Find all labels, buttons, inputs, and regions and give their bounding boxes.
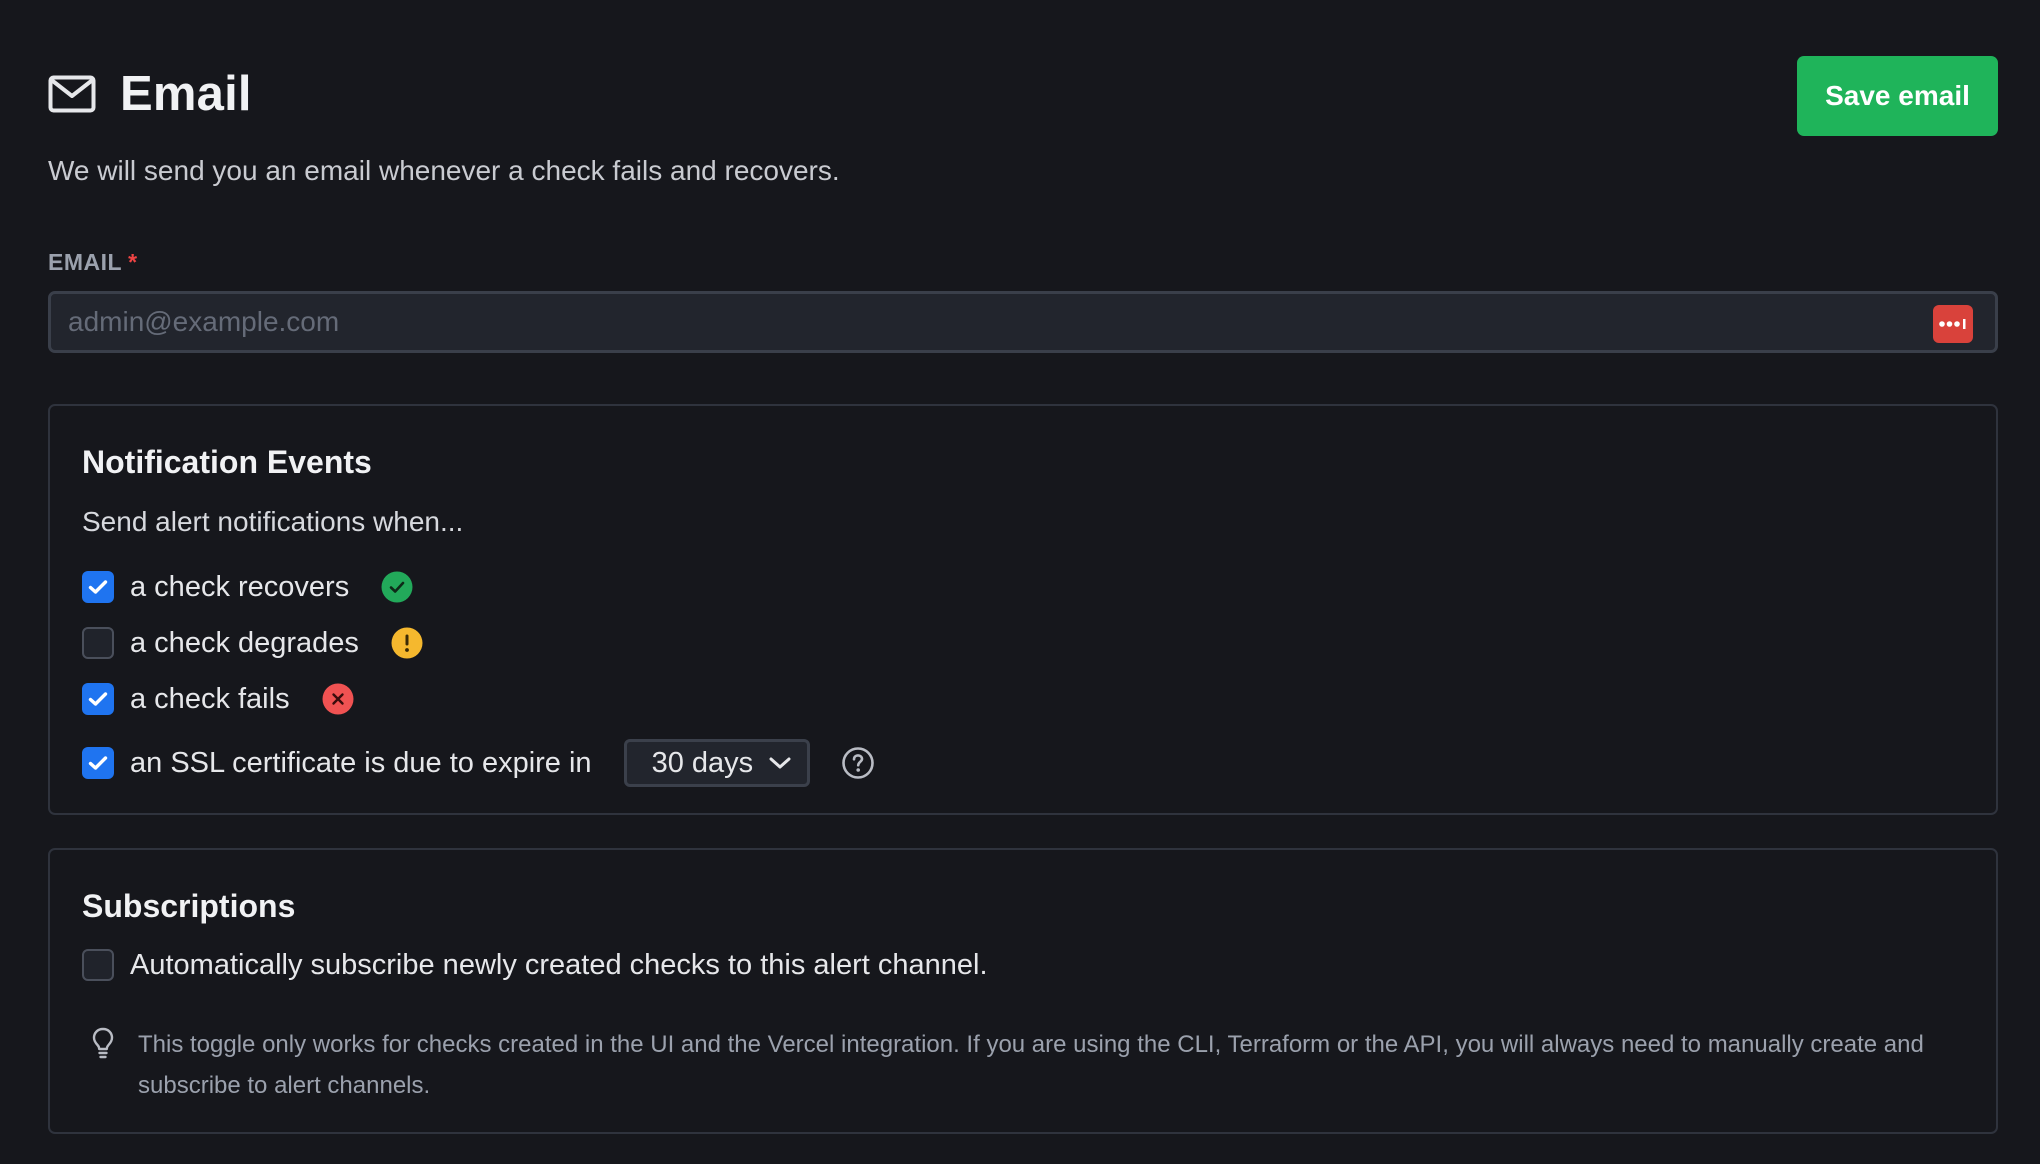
checkmark-icon bbox=[88, 580, 108, 594]
x-circle-icon bbox=[322, 683, 354, 715]
recovers-checkbox[interactable] bbox=[82, 571, 114, 603]
subscriptions-title: Subscriptions bbox=[82, 888, 296, 924]
notification-events-title: Notification Events bbox=[82, 444, 372, 480]
chevron-down-icon bbox=[769, 757, 791, 769]
ssl-expiry-select-value: 30 days bbox=[651, 746, 754, 779]
checkmark-icon bbox=[88, 692, 108, 706]
auto-subscribe-row: Automatically subscribe newly created ch… bbox=[82, 945, 988, 985]
dots-icon bbox=[1939, 319, 1966, 329]
required-mark: * bbox=[128, 249, 138, 275]
auto-subscribe-checkbox[interactable] bbox=[82, 949, 114, 981]
event-row-recovers: a check recovers bbox=[82, 567, 413, 607]
check-circle-icon bbox=[381, 571, 413, 603]
ssl-expiry-checkbox[interactable] bbox=[82, 747, 114, 779]
email-label-text: EMAIL bbox=[48, 249, 123, 275]
email-field bbox=[48, 291, 1998, 353]
page-title: Email bbox=[120, 67, 252, 121]
degrades-label: a check degrades bbox=[130, 626, 359, 659]
lightbulb-icon bbox=[92, 1027, 114, 1059]
checkmark-icon bbox=[88, 756, 108, 770]
email-input[interactable] bbox=[51, 294, 1995, 350]
save-email-button[interactable]: Save email bbox=[1797, 56, 1998, 136]
subscriptions-panel: Subscriptions Automatically subscribe ne… bbox=[48, 848, 1998, 1134]
question-circle-icon[interactable] bbox=[841, 746, 875, 780]
event-row-fails: a check fails bbox=[82, 679, 354, 719]
event-row-ssl: an SSL certificate is due to expire in 3… bbox=[82, 739, 875, 787]
event-row-degrades: a check degrades bbox=[82, 623, 423, 663]
notification-events-panel: Notification Events Send alert notificat… bbox=[48, 404, 1998, 815]
page-subtitle: We will send you an email whenever a che… bbox=[48, 155, 840, 186]
auto-subscribe-tip: This toggle only works for checks create… bbox=[138, 1031, 1924, 1099]
degrades-checkbox[interactable] bbox=[82, 627, 114, 659]
warning-circle-icon bbox=[391, 627, 423, 659]
ssl-expiry-label: an SSL certificate is due to expire in bbox=[130, 746, 592, 779]
notification-events-intro: Send alert notifications when... bbox=[82, 506, 464, 537]
email-alert-channel-page: Email Save email We will send you an ema… bbox=[0, 0, 2040, 1164]
mail-icon bbox=[48, 75, 96, 113]
email-field-label: EMAIL * bbox=[48, 249, 138, 276]
fails-label: a check fails bbox=[130, 682, 290, 715]
auto-subscribe-label: Automatically subscribe newly created ch… bbox=[130, 948, 988, 981]
fails-checkbox[interactable] bbox=[82, 683, 114, 715]
password-manager-icon[interactable] bbox=[1933, 305, 1973, 343]
ssl-expiry-select[interactable]: 30 days bbox=[623, 739, 810, 787]
recovers-label: a check recovers bbox=[130, 570, 350, 603]
page-header: Email bbox=[48, 66, 252, 122]
